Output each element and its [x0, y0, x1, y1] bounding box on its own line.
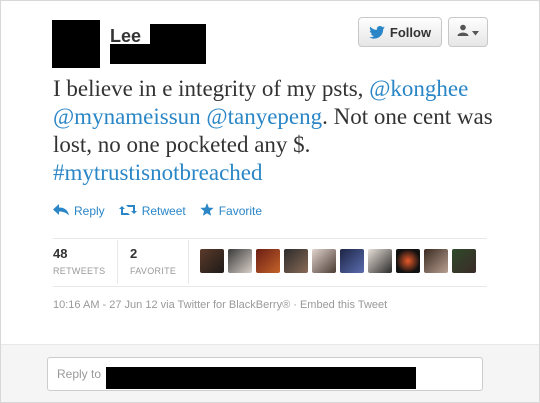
divider: [188, 240, 189, 284]
avatar[interactable]: [452, 249, 476, 273]
reply-action[interactable]: Reply: [53, 203, 105, 219]
divider: [53, 286, 487, 287]
retweeter-avatars: [200, 249, 476, 273]
avatar[interactable]: [312, 249, 336, 273]
avatar-redacted: [52, 20, 100, 68]
reply-arrow-icon: [53, 203, 69, 219]
favorite-count: 2: [130, 246, 138, 261]
divider: [117, 240, 118, 284]
avatar[interactable]: [200, 249, 224, 273]
favorite-label: Favorite: [218, 204, 263, 218]
chevron-down-icon: [472, 23, 479, 41]
tweet-meta[interactable]: 10:16 AM - 27 Jun 12 via Twitter for Bla…: [53, 299, 387, 311]
avatar[interactable]: [368, 249, 392, 273]
reply-label: Reply: [74, 204, 105, 218]
tweet-text-part: I believe in e integrity of my psts,: [53, 76, 370, 101]
divider: [53, 238, 487, 239]
avatar[interactable]: [424, 249, 448, 273]
user-menu-button[interactable]: [448, 17, 488, 47]
tweet-text: I believe in e integrity of my psts, @ko…: [53, 75, 493, 187]
reply-placeholder: Reply to: [57, 367, 102, 381]
avatar[interactable]: [340, 249, 364, 273]
favorite-action[interactable]: Favorite: [200, 202, 263, 220]
star-icon: [200, 202, 214, 220]
avatar[interactable]: [228, 249, 252, 273]
user-icon: [457, 23, 469, 41]
user-name-redacted: [150, 24, 206, 44]
favorite-label: FAVORITE: [130, 266, 177, 276]
retweets-stat[interactable]: 48 RETWEETS: [53, 246, 105, 276]
user-handle-redacted: [110, 44, 206, 64]
avatar[interactable]: [256, 249, 280, 273]
mention-link[interactable]: @mynameissun: [53, 104, 201, 129]
follow-button[interactable]: Follow: [358, 17, 442, 47]
retweet-icon: [118, 204, 137, 219]
reply-recipient-redacted: [106, 367, 416, 389]
mention-link[interactable]: @tanyepeng: [206, 104, 322, 129]
hashtag-link[interactable]: #mytrustisnotbreached: [53, 160, 263, 185]
tweet-actions: Reply Retweet Favorite: [53, 202, 262, 220]
retweets-count: 48: [53, 246, 68, 261]
retweets-label: RETWEETS: [53, 266, 106, 276]
retweet-label: Retweet: [141, 204, 186, 218]
retweet-action[interactable]: Retweet: [118, 204, 186, 219]
follow-button-label: Follow: [389, 24, 432, 40]
avatar[interactable]: [396, 249, 420, 273]
favorite-stat[interactable]: 2 FAVORITE: [130, 246, 176, 276]
twitter-bird-icon: [369, 25, 385, 39]
avatar[interactable]: [284, 249, 308, 273]
mention-link[interactable]: @konghee: [369, 76, 468, 101]
